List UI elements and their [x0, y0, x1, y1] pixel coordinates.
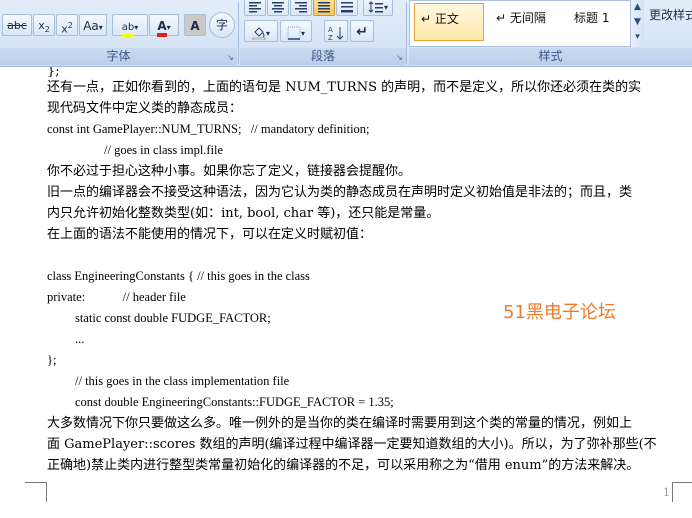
gallery-scrollbar[interactable]: ▲ ▼ ▾ [630, 0, 644, 47]
justify-button[interactable] [313, 0, 335, 16]
code-line: ... [75, 332, 85, 346]
crop-mark [25, 482, 47, 483]
text-line: 现代码文件中定义类的静态成员： [47, 101, 243, 116]
character-shading-button[interactable]: A [184, 14, 206, 36]
align-center-button[interactable] [267, 0, 289, 16]
chevron-down-icon: ▾ [98, 23, 103, 32]
svg-text:A: A [328, 26, 333, 34]
font-group-label: 字体 [0, 48, 237, 65]
enclose-characters-label: 字 [215, 18, 228, 32]
font-group: abc x2 x2 Aa▾ ab▾ A▾ A 字 字体 ↘ [0, 0, 237, 66]
distributed-button[interactable] [336, 0, 358, 16]
group-separator [238, 2, 239, 64]
text-line: 还有一点，正如你看到的，上面的语句是 NUM_TURNS 的声明，而不是定义，所… [47, 80, 642, 95]
code-line: class EngineeringConstants { // this goe… [47, 269, 310, 283]
character-shading-label: A [190, 19, 200, 33]
chevron-down-icon: ▾ [134, 23, 139, 32]
text-line: 面 GamePlayer::scores 数组的声明(编译过程中编译器一定要知道… [47, 437, 657, 452]
change-styles-button[interactable]: 更改样式 [645, 0, 692, 47]
paint-bucket-icon [252, 26, 266, 40]
text-line: 你不必过于担心这种小事。如果你忘了定义，链接器会提醒你。 [47, 164, 412, 179]
dialog-launcher-icon[interactable]: ↘ [396, 54, 404, 62]
more-styles-icon[interactable]: ▾ [631, 30, 644, 45]
paragraph-mark-icon: ↵ [356, 24, 368, 40]
style-heading-1-label: 标题 1 [574, 11, 610, 25]
watermark: 51黑电子论坛 [503, 302, 616, 323]
highlighter-icon: ab [121, 22, 135, 38]
shading-button[interactable]: ▾ [244, 20, 278, 42]
sort-button[interactable]: AZ [324, 20, 348, 42]
chevron-down-icon: ▾ [300, 29, 305, 38]
align-center-icon [272, 1, 284, 12]
scroll-up-icon[interactable]: ▲ [631, 0, 644, 15]
styles-gallery: ↵ 正文 ↵ 无间隔 标题 1 [409, 0, 641, 47]
chevron-down-icon: ▾ [383, 3, 388, 12]
style-no-spacing[interactable]: ↵ 无间隔 [490, 3, 560, 41]
sort-icon: AZ [328, 26, 344, 42]
text-line: 正确地)禁止类内进行整型类常量初始化的编译器的不足，可以采用称之为“借用 enu… [47, 458, 640, 473]
line-spacing-button[interactable]: ▾ [363, 0, 393, 16]
svg-text:Z: Z [328, 34, 333, 41]
ribbon: abc x2 x2 Aa▾ ab▾ A▾ A 字 字体 ↘ ▾ ▾ ▾ A Z … [0, 0, 692, 67]
style-heading-1[interactable]: 标题 1 [568, 3, 638, 41]
show-formatting-button[interactable]: ↵ [350, 20, 374, 42]
code-line: // this goes in the class implementation… [75, 374, 290, 388]
document-body[interactable]: }; 还有一点，正如你看到的，上面的语句是 NUM_TURNS 的声明，而不是定… [47, 67, 677, 476]
style-no-spacing-label: ↵ 无间隔 [496, 11, 546, 25]
borders-button[interactable]: ▾ [280, 20, 312, 42]
font-color-icon: A [157, 19, 167, 37]
align-left-icon [249, 1, 261, 12]
align-right-icon [295, 1, 307, 12]
code-line: const double EngineeringConstants::FUDGE… [75, 395, 394, 409]
superscript-button[interactable]: x2 [56, 14, 78, 36]
text-line: 大多数情况下你只要做这么多。唯一例外的是当你的类在编译时需要用到这个类的常量的情… [47, 416, 633, 431]
code-line: // goes in class impl.file [104, 143, 224, 157]
highlight-button[interactable]: ab▾ [112, 14, 148, 38]
distributed-icon [341, 1, 353, 12]
line-spacing-icon [368, 0, 383, 13]
code-line: }; [47, 353, 57, 367]
chevron-down-icon: ▾ [265, 29, 270, 38]
document-page[interactable]: }; 还有一点，正如你看到的，上面的语句是 NUM_TURNS 的声明，而不是定… [0, 67, 692, 518]
align-left-button[interactable] [244, 0, 266, 16]
strikethrough-button[interactable]: abc [2, 14, 32, 36]
text-line: 旧一点的编译器会不接受这种语法，因为它认为类的静态成员在声明时定义初始值是非法的… [47, 185, 633, 200]
style-normal-label: ↵ 正文 [421, 12, 459, 26]
group-separator [406, 2, 407, 64]
page-number: 1 [663, 486, 670, 499]
paragraph-group-label: 段落 [240, 48, 406, 65]
crop-mark [672, 482, 673, 502]
style-normal[interactable]: ↵ 正文 [414, 3, 484, 41]
change-styles-label: 更改样式 [649, 8, 692, 22]
paragraph-group: ▾ ▾ ▾ AZ ↵ 段落 ↘ [240, 0, 406, 66]
scroll-down-icon[interactable]: ▼ [631, 15, 644, 30]
chevron-down-icon: ▾ [166, 23, 171, 32]
justify-icon [318, 1, 330, 12]
dialog-launcher-icon[interactable]: ↘ [227, 54, 235, 62]
clipped-line: }; [47, 67, 60, 77]
font-color-button[interactable]: A▾ [149, 14, 179, 37]
text-line: 在上面的语法不能使用的情况下，可以在定义时赋初值： [47, 227, 373, 242]
borders-icon [287, 26, 301, 40]
code-line: const int GamePlayer::NUM_TURNS; // mand… [47, 122, 370, 136]
crop-mark [46, 482, 47, 502]
align-right-button[interactable] [290, 0, 312, 16]
change-case-label: Aa [83, 19, 99, 33]
text-line: 内只允许初始化整数类型(如：int, bool, char 等)，还只能是常量。 [47, 206, 440, 221]
crop-mark [672, 482, 692, 483]
subscript-button[interactable]: x2 [33, 14, 55, 36]
change-case-button[interactable]: Aa▾ [79, 14, 107, 36]
enclose-characters-button[interactable]: 字 [209, 12, 235, 38]
styles-group-label: 样式 [409, 48, 692, 65]
